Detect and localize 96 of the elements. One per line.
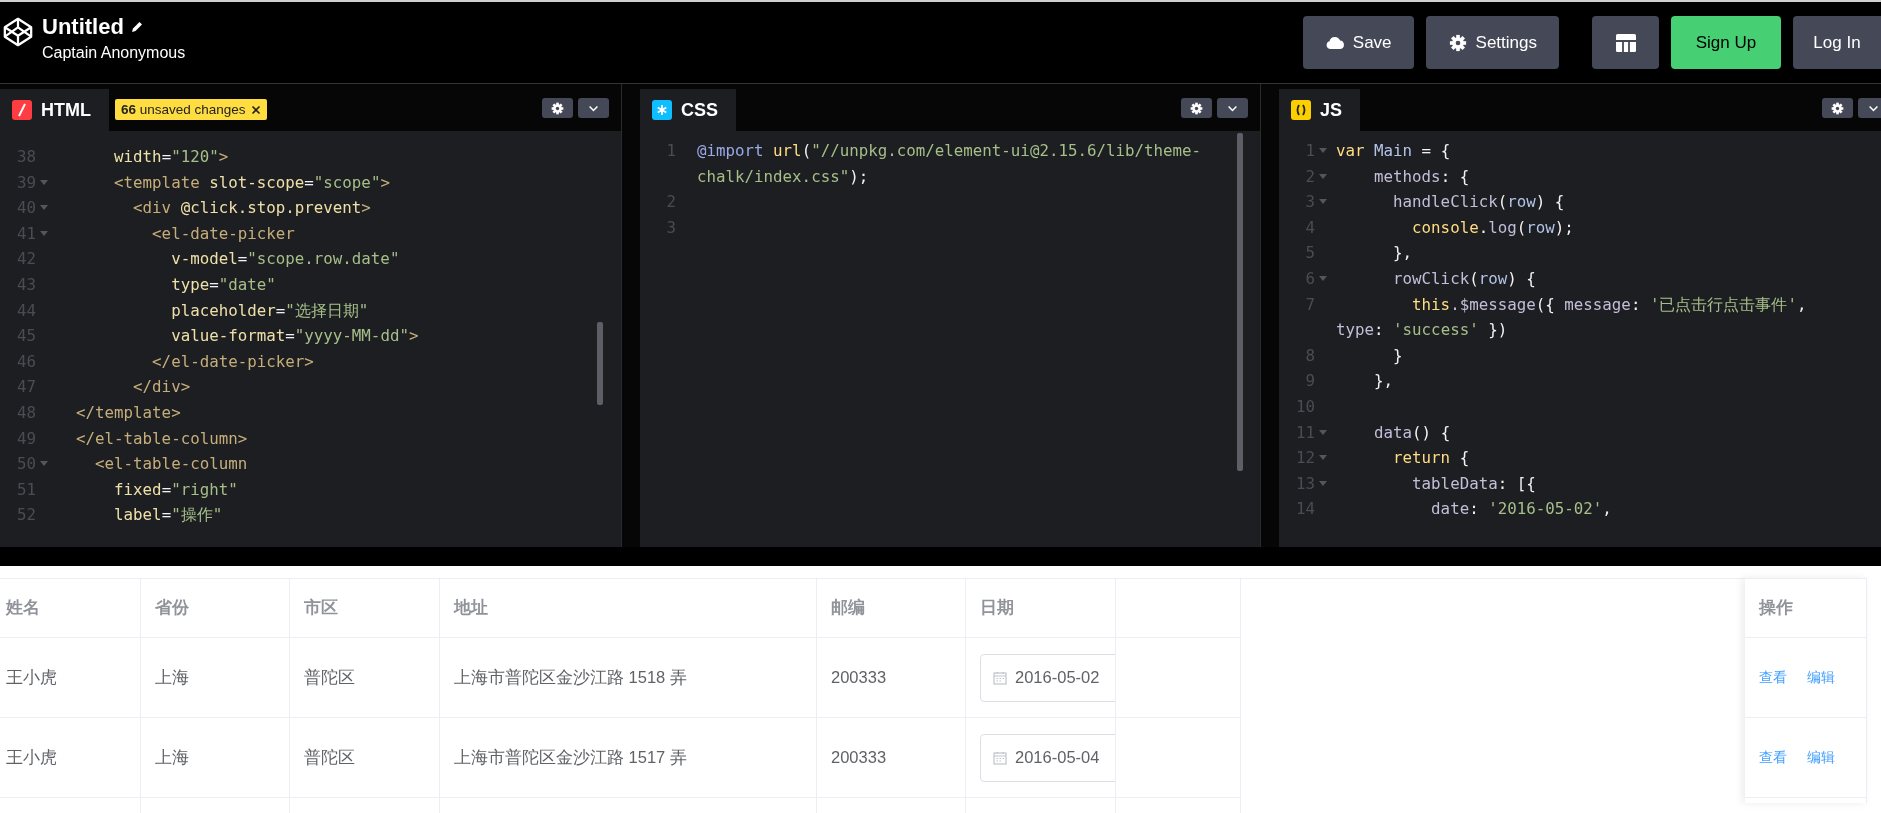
pencil-icon[interactable] (129, 20, 144, 34)
sign-up-button[interactable]: Sign Up (1671, 16, 1781, 69)
date-input[interactable]: 2016-05-02 (980, 653, 1115, 702)
code-line: date: '2016-05-02', (1430, 498, 1612, 521)
column-header: 地址 (440, 579, 817, 638)
code-line: } (1392, 344, 1403, 367)
gear-icon (1190, 101, 1203, 115)
code-line: @import url("//unpkg.com/element-ui@2.15.6/lib/theme- (697, 140, 1202, 162)
code-line: type: 'success' }) (1336, 319, 1508, 342)
unsaved-changes-text: 66 unsaved changes (121, 102, 246, 117)
settings-button[interactable] (542, 98, 573, 118)
code-line: <template slot-scope="scope"> (113, 171, 390, 194)
code-line: tableData: [{ (1411, 472, 1536, 495)
code-line: data() { (1373, 421, 1451, 444)
calendar-icon (993, 750, 1007, 765)
code-line: var Main = { (1336, 140, 1451, 162)
close-icon[interactable] (250, 104, 261, 115)
code-line: </template> (75, 401, 181, 424)
fold-arrow-icon[interactable] (40, 179, 48, 186)
code-line: type="date" (170, 273, 276, 296)
code-line: <el-table-column (94, 453, 248, 476)
fold-arrow-icon[interactable] (1319, 148, 1327, 154)
pen-title[interactable]: Untitled (42, 14, 124, 40)
code-line: fixed="right" (113, 478, 238, 501)
dropdown-button[interactable] (578, 98, 609, 118)
fold-arrow-icon[interactable] (1319, 173, 1327, 180)
author-name: Captain Anonymous (42, 44, 186, 62)
code-line: this.$message({ message: '已点击行点击事件', (1411, 293, 1807, 316)
dropdown-button[interactable] (1217, 98, 1248, 118)
code-line: methods: { (1373, 165, 1470, 188)
code-line: }, (1392, 242, 1413, 265)
gear-icon (551, 101, 564, 115)
table-cell: 王小虎 (0, 718, 141, 798)
column-header: 市区 (290, 579, 440, 638)
column-header: 省份 (141, 579, 290, 638)
html-icon (12, 100, 32, 120)
column-header: 日期 (966, 579, 1116, 638)
code-line: <el-date-picker (151, 222, 295, 245)
fold-arrow-icon[interactable] (1319, 429, 1327, 436)
save-button[interactable]: Save (1302, 16, 1414, 69)
code-line: </el-table-column> (75, 427, 248, 450)
resize-handle[interactable] (0, 547, 1881, 566)
table-cell: 上海 (141, 718, 290, 798)
code-line: console.log(row); (1411, 216, 1574, 239)
table-cell: 上海市普陀区金沙江路 1518 弄 (440, 638, 817, 718)
layout-button[interactable] (1592, 16, 1659, 69)
log-in-button[interactable]: Log In (1793, 16, 1881, 69)
css-icon (652, 100, 672, 120)
table-cell: 上海 (141, 638, 290, 718)
code-line: width="120"> (113, 146, 229, 168)
scrollbar[interactable] (1237, 133, 1243, 471)
code-line: label="操作" (113, 504, 223, 527)
table-cell: 200333 (817, 718, 966, 798)
scrollbar[interactable] (597, 322, 603, 405)
gear-icon (1447, 33, 1468, 52)
settings-button[interactable] (1181, 98, 1212, 118)
code-line: }, (1373, 370, 1394, 393)
fold-arrow-icon[interactable] (40, 230, 48, 237)
editor-tab[interactable]: CSS (640, 89, 736, 131)
code-line: v-model="scope.row.date" (170, 248, 400, 271)
resize-handle[interactable] (1260, 84, 1279, 547)
table-cell: 王小虎 (0, 638, 141, 718)
editor-tab[interactable]: JS (1279, 89, 1361, 131)
code-line: handleClick(row) { (1392, 191, 1565, 214)
settings-button[interactable]: Settings (1425, 16, 1559, 69)
column-header: 姓名 (0, 579, 141, 638)
table-cell: 普陀区 (290, 638, 440, 718)
settings-button[interactable] (1822, 98, 1853, 118)
fold-arrow-icon[interactable] (1319, 455, 1327, 462)
table-cell: 上海市普陀区金沙江路 1517 弄 (440, 718, 817, 798)
table-cell: 200333 (817, 638, 966, 718)
fold-arrow-icon[interactable] (40, 205, 48, 212)
js-icon (1291, 100, 1311, 120)
calendar-icon (993, 670, 1007, 685)
layout-icon (1615, 33, 1636, 52)
code-line: rowClick(row) { (1392, 267, 1536, 290)
code-line: </el-date-picker> (151, 350, 314, 373)
column-header: 邮编 (817, 579, 966, 638)
fold-arrow-icon[interactable] (1319, 480, 1327, 487)
date-input[interactable]: 2016-05-04 (980, 733, 1115, 782)
resize-handle[interactable] (621, 84, 640, 547)
fold-arrow-icon[interactable] (40, 461, 48, 468)
editor-tab[interactable]: HTML (0, 89, 109, 131)
code-line: return { (1392, 447, 1470, 470)
cube-logo-icon[interactable] (2, 16, 34, 48)
column-header: 操作 (1759, 597, 1793, 618)
fold-arrow-icon[interactable] (1319, 199, 1327, 206)
code-line: </div> (132, 376, 191, 399)
code-line: placeholder="选择日期" (170, 299, 369, 322)
dropdown-button[interactable] (1858, 98, 1881, 118)
code-line: <div @click.stop.prevent> (132, 197, 371, 220)
fold-arrow-icon[interactable] (1319, 275, 1327, 282)
code-line: chalk/index.css"); (697, 165, 869, 188)
code-line: value-format="yyyy-MM-dd"> (170, 325, 419, 348)
gear-icon (1831, 101, 1844, 115)
table-cell: 普陀区 (290, 718, 440, 798)
